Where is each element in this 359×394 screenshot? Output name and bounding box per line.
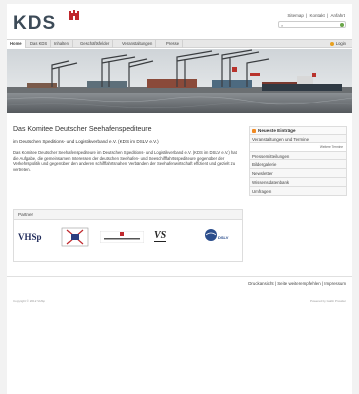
footer-links: Druckansicht | Seite weiterempfehlen | I… <box>248 281 346 286</box>
partner-logos: VHSp VS DSLV <box>14 220 242 260</box>
sitemap-link[interactable]: Sitemap <box>287 13 304 18</box>
partner-box: Partner VHSp VS DSLV <box>13 209 243 262</box>
login-icon <box>329 41 334 46</box>
weiterempfehlen-link[interactable]: Seite weiterempfehlen <box>277 281 320 286</box>
nav-geschaeftsfelder[interactable]: Geschäftsfelder <box>77 40 114 48</box>
harbor-banner-image <box>7 49 352 113</box>
search-icon: ⌕ <box>281 22 284 28</box>
sidebar-item-bildergalerie[interactable]: Bildergalerie <box>249 160 347 169</box>
copyright-text: Copyright © 2012 VHSp <box>13 299 46 303</box>
sidebar-item-veranstaltungen[interactable]: Veranstaltungen und Termine <box>249 134 347 143</box>
news-heading: Neueste Einträge <box>249 126 347 134</box>
partner-logo-vhsp[interactable]: VHSp <box>18 232 42 242</box>
main-content: Das Komitee Deutscher Seehafenspediteure… <box>13 126 243 172</box>
page-title: Das Komitee Deutscher Seehafenspediteure <box>13 126 152 133</box>
powered-by-text: Powered by Gabb Provider <box>309 299 346 303</box>
copyright-bar: Copyright © 2012 VHSp Powered by Gabb Pr… <box>7 296 352 306</box>
partner-logo-association[interactable] <box>100 231 144 243</box>
anfahrt-link[interactable]: Anfahrt <box>330 13 345 18</box>
nav-inhalten[interactable]: Inhalten <box>51 40 73 48</box>
partner-logo-vs[interactable]: VS <box>154 230 167 242</box>
sidebar: Neueste Einträge Veranstaltungen und Ter… <box>249 126 347 196</box>
nav-das-kds[interactable]: Das KDS <box>27 40 52 48</box>
weitere-termine-link[interactable]: Weitere Termine <box>249 143 347 151</box>
search-input[interactable]: ⌕ <box>278 21 346 28</box>
druckansicht-link[interactable]: Druckansicht <box>248 281 273 286</box>
partner-logo-crest[interactable] <box>61 227 89 247</box>
page: KDS Sitemap | Kontakt | Anfahrt ⌕ Home D… <box>7 4 352 394</box>
page-subtitle: im Deutschen Speditions- und Logistikver… <box>13 139 159 144</box>
login-link[interactable]: Login <box>329 40 346 48</box>
impressum-link[interactable]: Impressum <box>324 281 346 286</box>
nav-presse[interactable]: Presse <box>163 40 184 48</box>
kontakt-link[interactable]: Kontakt <box>310 13 325 18</box>
partner-heading: Partner <box>14 210 242 220</box>
sidebar-item-pressemitteilungen[interactable]: Pressemitteilungen <box>249 151 347 160</box>
kds-logo[interactable]: KDS <box>13 13 56 35</box>
globe-icon <box>205 229 217 241</box>
search-go-button[interactable] <box>340 23 344 27</box>
rss-icon <box>252 128 256 133</box>
nav-home[interactable]: Home <box>7 40 26 48</box>
main-navigation: Home Das KDS Inhalten Geschäftsfelder Ve… <box>7 39 352 48</box>
top-links: Sitemap | Kontakt | Anfahrt <box>287 13 345 18</box>
sidebar-item-wissensdatenbank[interactable]: Wissensdatenbank <box>249 178 347 187</box>
sidebar-item-newsletter[interactable]: Newsletter <box>249 169 347 178</box>
intro-paragraph: Das Komitee Deutscher Seehafenspediteure… <box>13 150 237 172</box>
sidebar-item-umfragen[interactable]: Umfragen <box>249 187 347 196</box>
login-label: Login <box>335 41 346 46</box>
castle-crest-icon <box>69 10 79 20</box>
footer-divider <box>7 276 352 277</box>
header: KDS Sitemap | Kontakt | Anfahrt ⌕ <box>7 4 352 38</box>
partner-logo-dslv[interactable]: DSLV <box>204 228 234 244</box>
nav-veranstaltungen[interactable]: Veranstaltungen <box>119 40 157 48</box>
